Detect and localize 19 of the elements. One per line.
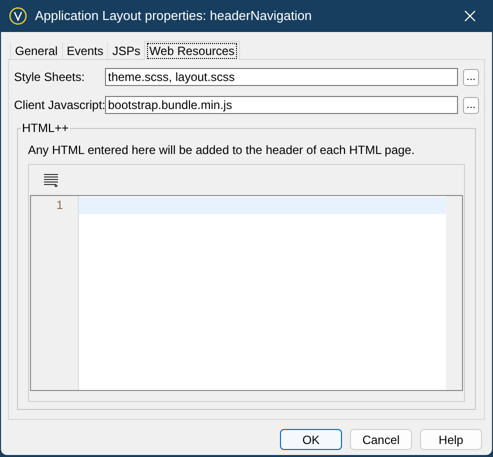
dialog-button[interactable]: Help — [420, 429, 482, 450]
scrollbar[interactable] — [446, 196, 462, 390]
line-number: 1 — [56, 197, 63, 214]
field-label: Client Javascript: — [14, 97, 105, 114]
browse-button[interactable]: ... — [463, 68, 479, 86]
window-title: Application Layout properties: headerNavigation — [35, 7, 312, 26]
dialog-button[interactable]: OK — [280, 429, 342, 450]
close-icon[interactable] — [464, 10, 476, 22]
hint-text: Any HTML entered here will be added to the header of each HTML page. — [28, 142, 416, 159]
logo-icon — [9, 7, 27, 25]
dialog-button[interactable]: Cancel — [350, 429, 412, 450]
group-title: HTML++ — [21, 121, 70, 135]
code-editor[interactable]: 1 — [30, 195, 463, 391]
word-wrap-icon[interactable] — [43, 173, 59, 187]
input-field[interactable]: theme.scss, layout.scss — [105, 68, 458, 86]
tab[interactable]: Web Resources — [144, 41, 240, 60]
browse-button[interactable]: ... — [463, 96, 479, 114]
input-field[interactable]: bootstrap.bundle.min.js — [105, 96, 458, 114]
field-label: Style Sheets: — [14, 69, 86, 86]
